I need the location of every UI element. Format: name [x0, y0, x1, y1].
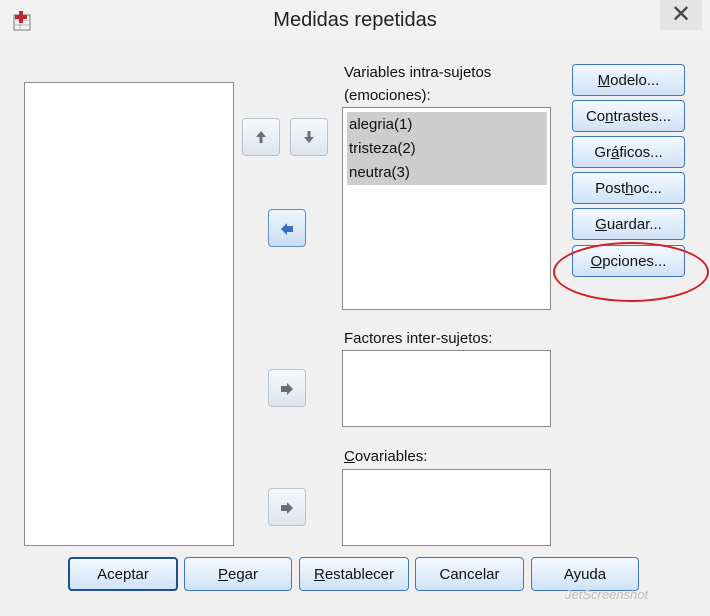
move-up-button[interactable]	[242, 118, 280, 156]
title-bar: Medidas repetidas ✕	[0, 0, 710, 40]
arrow-right-icon	[281, 502, 293, 514]
covariates-list[interactable]	[342, 469, 551, 546]
arrow-up-icon	[256, 131, 266, 143]
move-down-button[interactable]	[290, 118, 328, 156]
paste-button[interactable]: Pegar	[184, 557, 292, 591]
list-item[interactable]: alegria(1)	[347, 112, 547, 137]
save-button[interactable]: Guardar...	[572, 208, 685, 240]
ok-button[interactable]: Aceptar	[68, 557, 178, 591]
arrow-right-icon	[281, 383, 293, 395]
graphs-button[interactable]: Gr á ficos...	[572, 136, 685, 168]
move-to-covariates-button[interactable]	[268, 488, 306, 526]
watermark: JetScreenshot	[565, 587, 649, 602]
between-subjects-list[interactable]	[342, 350, 551, 427]
cancel-button[interactable]: Cancelar	[415, 557, 524, 591]
highlight-ellipse	[553, 242, 709, 302]
between-subjects-label: Factores inter-sujetos:	[344, 330, 493, 347]
move-to-between-subjects-button[interactable]	[268, 369, 306, 407]
arrow-down-icon	[304, 131, 314, 143]
move-to-within-subjects-button[interactable]	[268, 209, 306, 247]
list-item[interactable]: neutra(3)	[347, 160, 547, 185]
arrow-left-icon	[281, 223, 293, 235]
reset-button[interactable]: Restablecer	[299, 557, 409, 591]
list-item[interactable]: tristeza(2)	[347, 136, 547, 161]
posthoc-button[interactable]: Post h oc...	[572, 172, 685, 204]
model-button[interactable]: Modelo...	[572, 64, 685, 96]
window-title: Medidas repetidas	[273, 9, 437, 31]
source-variable-list[interactable]	[24, 82, 234, 546]
contrasts-button[interactable]: Co n trastes...	[572, 100, 685, 132]
close-button[interactable]: ✕	[660, 0, 702, 30]
within-subjects-label: Variables intra-sujetos (emociones):	[344, 64, 492, 104]
help-button[interactable]: Ayuda	[531, 557, 639, 591]
within-subjects-list[interactable]: alegria(1) tristeza(2) neutra(3)	[342, 107, 551, 310]
covariates-label: Covariables:	[344, 448, 428, 465]
